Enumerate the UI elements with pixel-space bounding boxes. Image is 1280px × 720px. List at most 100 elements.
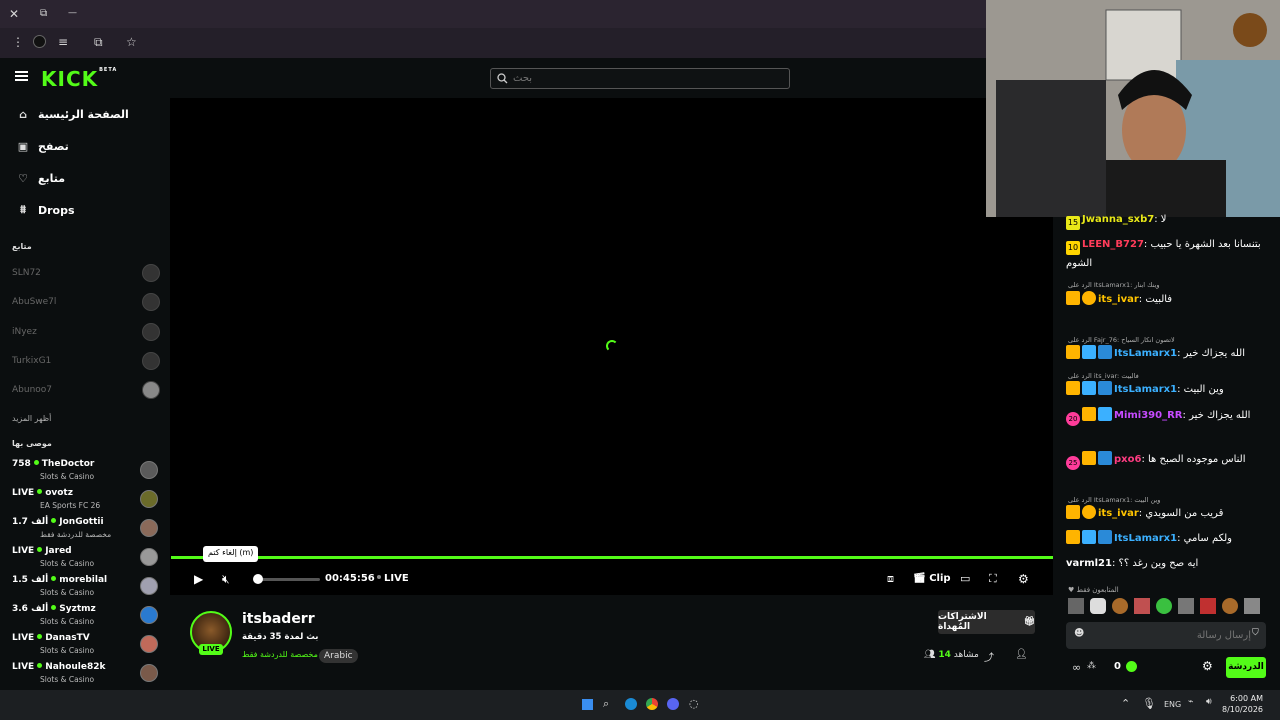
volume-slider[interactable] [258, 578, 320, 581]
nav-browse[interactable]: ▣ تصفح [16, 136, 69, 156]
chat-username[interactable]: Jwanna_sxb7 [1082, 214, 1154, 225]
following-item[interactable]: AbuSwe7l [12, 292, 160, 312]
chat-username[interactable]: varml21 [1066, 558, 1112, 569]
clip-label: Clip [929, 573, 951, 584]
chrome-icon[interactable] [646, 698, 658, 710]
recommended-item[interactable]: LIVE Jared Slots & Casino [12, 546, 160, 572]
shield-icon[interactable]: ⛉ [1252, 628, 1259, 638]
avatar[interactable] [1112, 598, 1128, 614]
chat-username[interactable]: Mimi390_RR [1114, 410, 1183, 421]
avatar[interactable] [1200, 598, 1216, 614]
discord-icon[interactable] [667, 698, 679, 710]
nav-home[interactable]: ⌂ الصفحة الرئيسية [16, 104, 129, 124]
search-input[interactable] [513, 71, 773, 86]
avatar[interactable] [1244, 598, 1260, 614]
viewer-count: LIVE [12, 662, 35, 672]
reply-context: الرد على Fajr_76: لاتصون انكار السياح [1068, 336, 1175, 344]
recommended-item[interactable]: 1.7 ألف JonGottii مخصصة للدردشة فقط [12, 517, 160, 543]
chat-message: its_ivar: قريب من السويدي [1066, 505, 1266, 523]
points-icon[interactable] [1126, 661, 1137, 672]
gift-subs-button[interactable]: الاشتراكات المُهداة 🎁︎ [938, 610, 1035, 634]
avatar[interactable] [1156, 598, 1172, 614]
extensions-icon[interactable]: ⧉ [94, 35, 103, 49]
chat-input[interactable] [1086, 628, 1251, 643]
language-indicator[interactable]: ENG [1164, 700, 1181, 709]
progress-bar[interactable] [171, 556, 1053, 559]
clip-button[interactable]: 🎬︎ Clip [913, 571, 951, 587]
nav-following[interactable]: ♡ متابع [16, 168, 65, 188]
avatar[interactable] [1178, 598, 1194, 614]
microphone-icon[interactable]: 🎙︎ [1142, 697, 1156, 710]
category-tag[interactable]: مخصصة للدردشة فقط [242, 650, 318, 659]
browser-menu-icon[interactable]: ⋮ [12, 35, 24, 49]
browser-toolbar [0, 28, 986, 58]
chat-username[interactable]: pxo6 [1114, 454, 1141, 465]
avatar[interactable] [1134, 598, 1150, 614]
show-more-link[interactable]: أظهر المزيد [12, 414, 51, 423]
hamburger-menu-icon[interactable] [15, 71, 28, 81]
recommended-item[interactable]: 1.5 ألف morebilal Slots & Casino [12, 575, 160, 601]
restore-window-icon[interactable]: ⧉ [40, 7, 47, 21]
chat-username[interactable]: ItsLamarx1 [1114, 533, 1177, 544]
minimize-window-icon[interactable]: — [68, 6, 77, 20]
channel-name[interactable]: itsbaderr [242, 611, 315, 627]
following-item[interactable]: Abunoo7 [12, 380, 160, 400]
following-item[interactable]: TurkixG1 [12, 351, 160, 371]
channel-name: ovotz [45, 488, 73, 498]
system-clock[interactable]: 6:00 AM 8/10/2026 [1222, 693, 1263, 715]
chat-username[interactable]: its_ivar [1098, 508, 1139, 519]
edge-icon[interactable] [625, 698, 637, 710]
og-badge-icon [1082, 345, 1096, 359]
recommended-item[interactable]: LIVE DanasTV Slots & Casino [12, 633, 160, 659]
avatar[interactable] [1068, 598, 1084, 614]
bookmark-star-icon[interactable]: ☆ [126, 35, 137, 49]
recommended-item[interactable]: 3.6 ألف Syztmz Slots & Casino [12, 604, 160, 630]
share-icon[interactable]: ⤴ [984, 649, 994, 664]
volume-slider-handle[interactable] [253, 574, 263, 584]
live-indicator[interactable]: LIVE [377, 571, 409, 587]
chat-message: 15 Jwanna_sxb7: لا [1066, 211, 1266, 230]
chat-username[interactable]: LEEN_B727 [1082, 239, 1144, 250]
language-tag[interactable]: Arabic [319, 649, 358, 663]
reading-list-icon[interactable]: ≡ [58, 35, 68, 49]
volume-icon[interactable]: 🔊︎ [1206, 697, 1212, 707]
nav-drops[interactable]: ⩩ Drops [16, 200, 74, 220]
network-icon[interactable]: ⌁ [1188, 697, 1193, 707]
avatar [140, 461, 158, 479]
browse-icon: ▣ [17, 139, 29, 153]
recommended-item[interactable]: LIVE Nahoule82k Slots & Casino [12, 662, 160, 688]
windows-start-icon[interactable] [582, 699, 593, 710]
tray-chevron-icon[interactable]: ⌃ [1121, 697, 1130, 710]
chat-send-button[interactable]: الدردشة [1226, 657, 1266, 678]
viewer-count: LIVE [12, 546, 35, 556]
chat-username[interactable]: ItsLamarx1 [1114, 348, 1177, 359]
fullscreen-icon[interactable]: ⛶ [989, 571, 997, 587]
play-icon[interactable]: ▶ [194, 571, 203, 587]
avatar[interactable] [1090, 598, 1106, 614]
app-icon[interactable]: ◌ [689, 697, 699, 710]
chat-username[interactable]: its_ivar [1098, 294, 1139, 305]
following-item[interactable]: iNyez [12, 322, 160, 342]
kick-logo[interactable]: KICKBETA [41, 67, 117, 91]
muted-volume-icon[interactable]: 🔇︎ [222, 571, 230, 587]
category: مخصصة للدردشة فقط [40, 530, 112, 539]
chat-message: 10 LEEN_B727: بتنسانا بعد الشهرة يا حبيب … [1066, 236, 1266, 273]
chat-username[interactable]: ItsLamarx1 [1114, 384, 1177, 395]
taskbar-search-icon[interactable]: ⌕ [603, 697, 609, 711]
recommended-item[interactable]: LIVE ovotz EA Sports FC 26 [12, 488, 160, 514]
search-box[interactable] [490, 68, 790, 89]
chat-input-box[interactable]: ☻ ⛉ [1066, 622, 1266, 649]
theater-mode-icon[interactable]: ▭ [960, 571, 970, 587]
settings-icon[interactable]: ⚙ [1018, 571, 1029, 587]
chat-settings-icon[interactable]: ⚙ [1202, 659, 1213, 673]
miniplayer-icon[interactable]: ⧈ [887, 571, 894, 587]
follow-icon[interactable]: 👤︎ [1015, 649, 1028, 660]
extension-avatar-icon[interactable] [33, 35, 46, 48]
users-icon[interactable]: ⁂ [1087, 661, 1096, 671]
following-item[interactable]: SLN72 [12, 263, 160, 283]
avatar[interactable] [1222, 598, 1238, 614]
emote-icon[interactable]: ☻ [1074, 628, 1084, 639]
close-window-icon[interactable]: ✕ [9, 7, 19, 21]
loading-spinner-icon [606, 340, 618, 352]
recommended-item[interactable]: 758 TheDoctor Slots & Casino [12, 459, 160, 485]
